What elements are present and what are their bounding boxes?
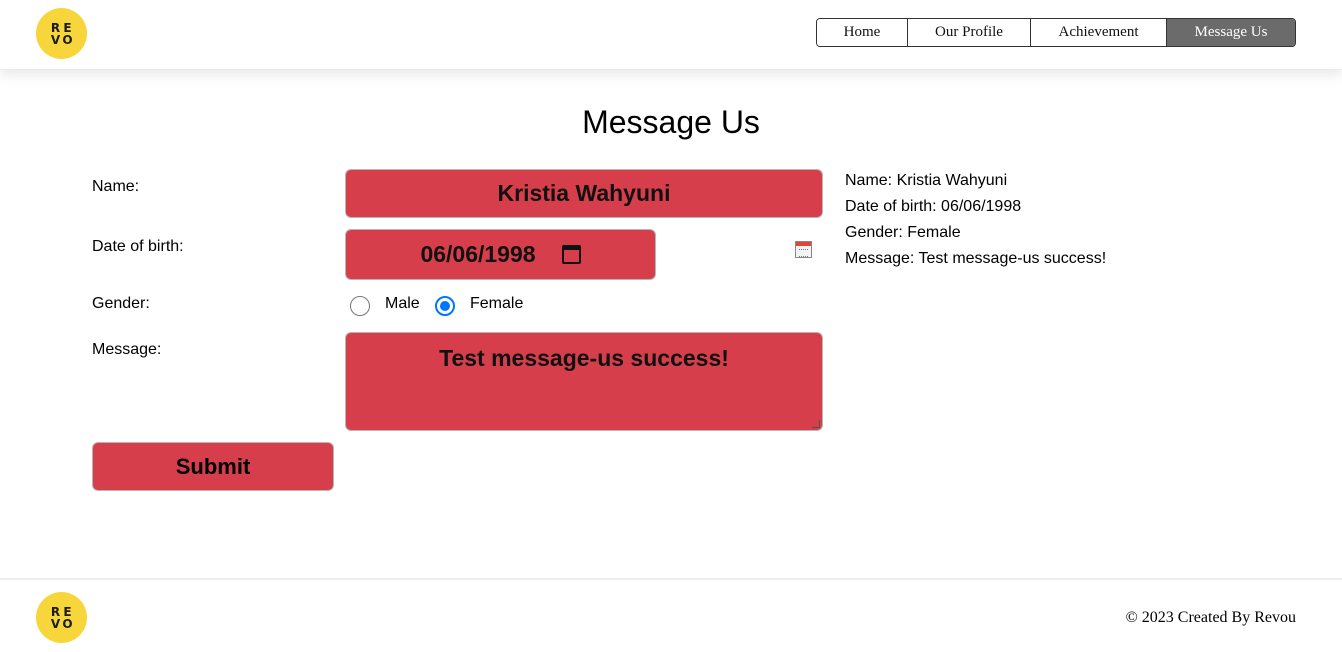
revo-logo[interactable]: R E V O xyxy=(36,8,87,59)
logo-letter: E xyxy=(63,604,72,619)
gender-female-label[interactable]: Female xyxy=(470,295,523,313)
result-name: Name: Kristia Wahyuni xyxy=(845,172,1008,189)
result-gender: Gender: Female xyxy=(845,224,961,241)
nav-message-us[interactable]: Message Us xyxy=(1167,19,1295,46)
site-footer: R E V O © 2023 Created By Revou xyxy=(0,578,1342,652)
main-nav: Home Our Profile Achievement Message Us xyxy=(816,18,1296,47)
logo-letter: E xyxy=(63,20,72,35)
dob-value: 06/06/1998 xyxy=(420,241,536,267)
logo-letter: R xyxy=(50,604,61,619)
nav-home[interactable]: Home xyxy=(817,19,908,46)
message-textarea[interactable]: Test message-us success! xyxy=(345,332,823,431)
page-title: Message Us xyxy=(582,104,760,140)
submission-result: Name: Kristia Wahyuni Date of birth: 06/… xyxy=(845,168,1106,272)
gender-male-radio[interactable] xyxy=(350,296,370,316)
logo-letter: V xyxy=(50,616,61,631)
dob-label: Date of birth: xyxy=(92,238,184,255)
result-dob: Date of birth: 06/06/1998 xyxy=(845,198,1022,215)
message-value: Test message-us success! xyxy=(439,345,729,371)
gender-label: Gender: xyxy=(92,295,150,312)
dob-input[interactable]: 06/06/1998 xyxy=(345,229,656,280)
message-label: Message: xyxy=(92,341,162,358)
logo-letter: R xyxy=(50,20,61,35)
result-message: Message: Test message-us success! xyxy=(845,250,1107,267)
logo-mark: R E V O xyxy=(50,22,74,46)
nav-our-profile[interactable]: Our Profile xyxy=(908,19,1031,46)
copyright-text: © 2023 Created By Revou xyxy=(1125,609,1296,626)
footer-revo-logo[interactable]: R E V O xyxy=(36,592,87,643)
nav-achievement[interactable]: Achievement xyxy=(1031,19,1167,46)
logo-letter: O xyxy=(62,32,73,47)
calendar-picker-icon[interactable] xyxy=(795,241,812,258)
resize-grip-icon[interactable] xyxy=(812,420,820,428)
name-label: Name: xyxy=(92,178,140,195)
logo-mark: R E V O xyxy=(50,606,74,630)
logo-letter: O xyxy=(62,616,73,631)
gender-female-radio[interactable] xyxy=(435,296,455,316)
calendar-icon[interactable] xyxy=(561,245,581,264)
site-header: R E V O Home Our Profile Achievement Mes… xyxy=(0,0,1342,70)
submit-button[interactable]: Submit xyxy=(92,442,334,491)
gender-male-label[interactable]: Male xyxy=(385,295,420,313)
name-input[interactable]: Kristia Wahyuni xyxy=(345,169,823,218)
logo-letter: V xyxy=(50,32,61,47)
